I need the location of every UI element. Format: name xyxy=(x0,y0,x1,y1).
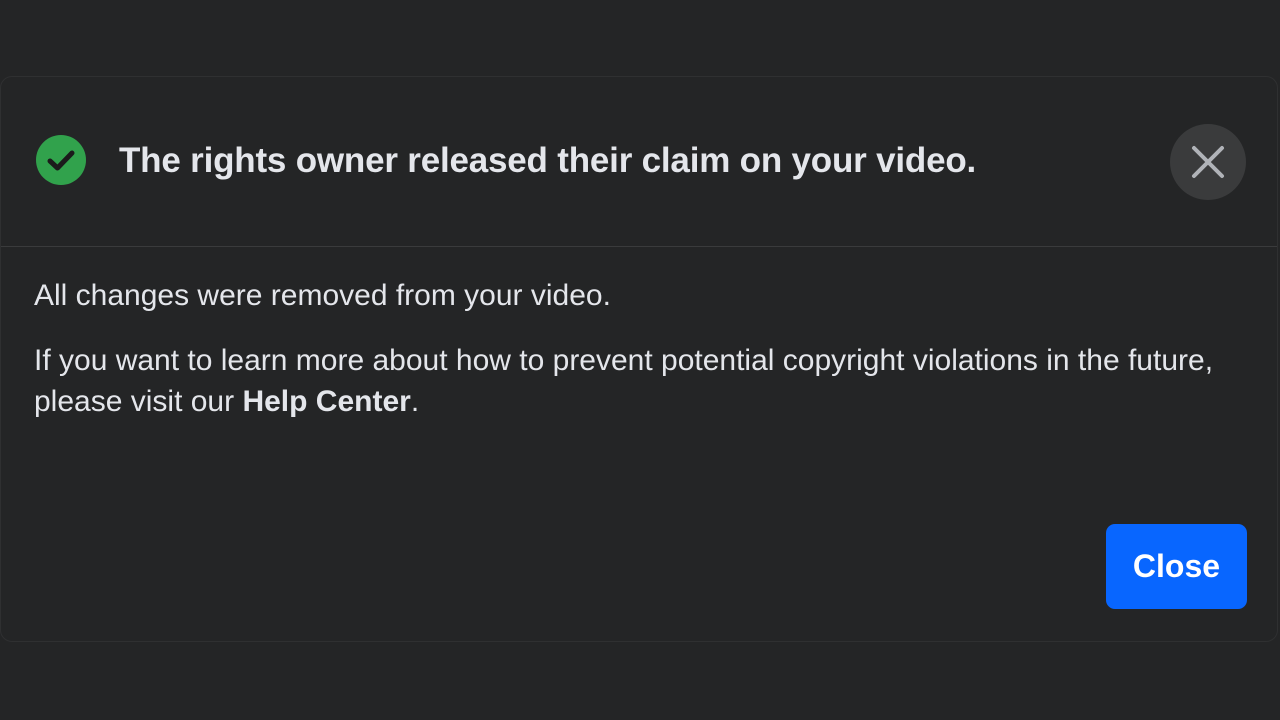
help-paragraph-text: If you want to learn more about how to p… xyxy=(34,344,1214,418)
dialog-title: The rights owner released their claim on… xyxy=(119,141,977,180)
help-paragraph-end: . xyxy=(410,385,420,418)
dialog-body: All changes were removed from your video… xyxy=(34,275,1234,422)
close-button[interactable]: Close xyxy=(1106,524,1247,609)
check-circle-icon xyxy=(35,134,87,186)
close-icon xyxy=(1192,146,1224,178)
help-center-link[interactable]: Help Center xyxy=(242,385,410,418)
changes-removed-text: All changes were removed from your video… xyxy=(34,279,611,312)
copyright-claim-dialog: The rights owner released their claim on… xyxy=(0,76,1278,642)
help-paragraph: If you want to learn more about how to p… xyxy=(34,340,1234,422)
dialog-header: The rights owner released their claim on… xyxy=(1,77,1277,247)
dismiss-dialog-button[interactable] xyxy=(1170,124,1246,200)
